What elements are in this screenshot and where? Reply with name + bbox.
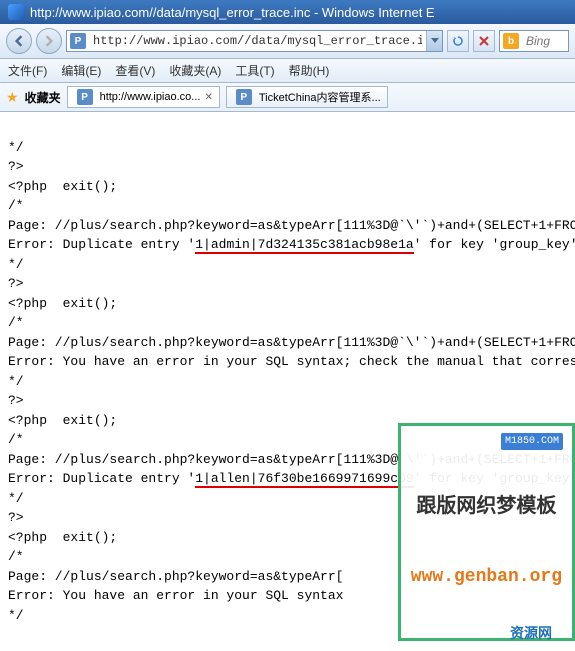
page-icon: P	[70, 33, 86, 49]
back-button[interactable]	[6, 28, 32, 54]
watermark-badge: M1850.COM	[500, 432, 564, 451]
watermark: M1850.COM 跟版网织梦模板 www.genban.org 资源网	[398, 423, 575, 641]
watermark-sub: 资源网	[510, 625, 552, 646]
search-input[interactable]	[522, 32, 567, 50]
tab-icon: P	[236, 89, 252, 105]
highlighted-credential-2: 1|allen|76f30be1669971699c09	[195, 471, 413, 488]
window-titlebar: http://www.ipiao.com//data/mysql_error_t…	[0, 0, 575, 24]
address-bar[interactable]: P	[66, 30, 443, 52]
highlighted-credential-1: 1|admin|7d324135c381acb98e1a	[195, 237, 413, 254]
url-dropdown[interactable]	[426, 31, 442, 51]
url-input[interactable]	[89, 32, 426, 50]
close-icon[interactable]: ✕	[204, 92, 212, 103]
menu-edit[interactable]: 编辑(E)	[61, 62, 101, 79]
star-icon[interactable]: ★	[6, 89, 19, 106]
favorites-bar: ★ 收藏夹 P http://www.ipiao.co... ✕ P Ticke…	[0, 83, 575, 112]
menu-view[interactable]: 查看(V)	[115, 62, 155, 79]
navigation-bar: P b	[0, 24, 575, 59]
menu-favorites[interactable]: 收藏夹(A)	[169, 62, 221, 79]
refresh-button[interactable]	[447, 30, 469, 52]
tab-icon: P	[77, 89, 93, 105]
search-box[interactable]: b	[499, 30, 569, 52]
page-content: */ ?> <?php exit(); /* Page: //plus/sear…	[0, 112, 575, 651]
tab-inactive[interactable]: P TicketChina内容管理系...	[226, 86, 388, 108]
menu-file[interactable]: 文件(F)	[8, 62, 47, 79]
stop-button[interactable]	[473, 30, 495, 52]
menu-bar: 文件(F) 编辑(E) 查看(V) 收藏夹(A) 工具(T) 帮助(H)	[0, 59, 575, 83]
menu-tools[interactable]: 工具(T)	[235, 62, 274, 79]
menu-help[interactable]: 帮助(H)	[289, 62, 330, 79]
watermark-line1: 跟版网织梦模板	[411, 493, 562, 523]
tab-label: TicketChina内容管理系...	[259, 89, 381, 105]
tab-active[interactable]: P http://www.ipiao.co... ✕	[67, 86, 220, 108]
tab-label: http://www.ipiao.co...	[100, 91, 201, 103]
favorites-label[interactable]: 收藏夹	[25, 89, 61, 106]
watermark-line2: www.genban.org	[411, 564, 562, 591]
bing-icon: b	[503, 33, 519, 49]
ie-icon	[8, 4, 24, 20]
window-title: http://www.ipiao.com//data/mysql_error_t…	[30, 5, 435, 20]
forward-button[interactable]	[36, 28, 62, 54]
